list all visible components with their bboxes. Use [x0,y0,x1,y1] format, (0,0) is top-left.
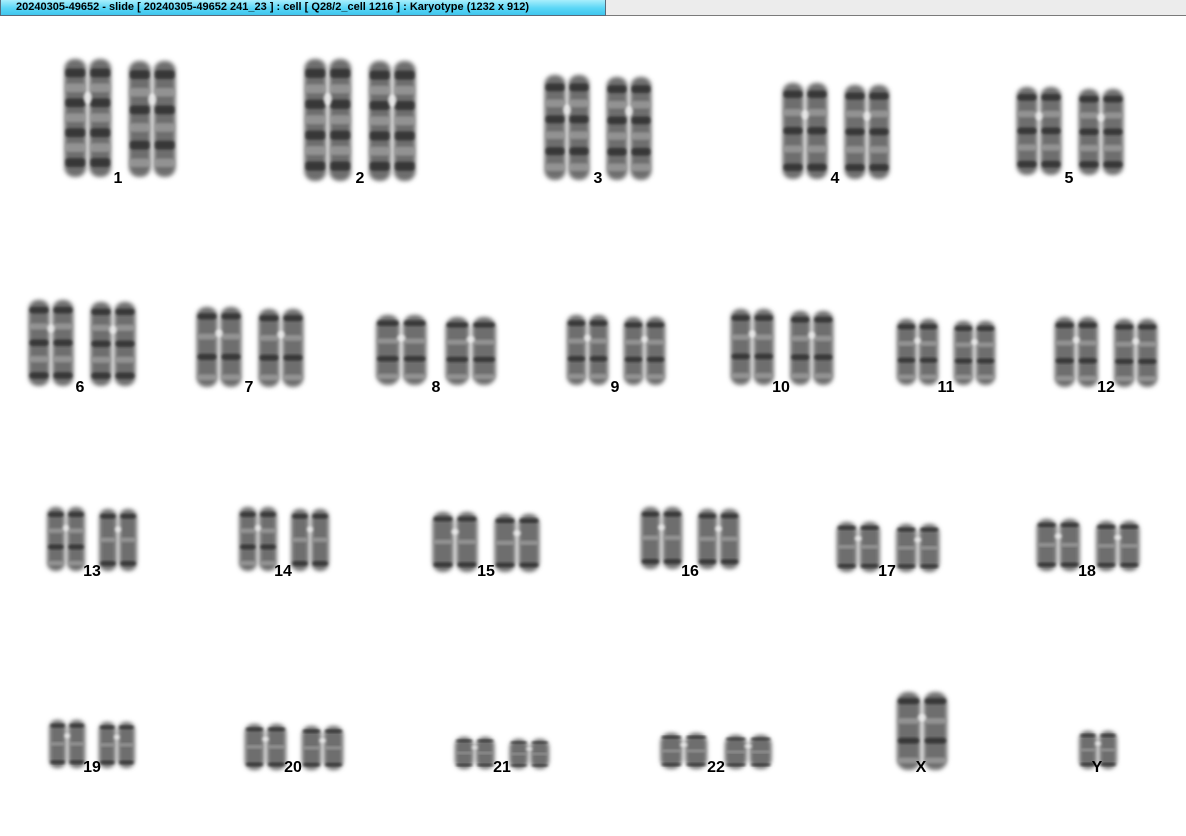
chromosome-7-b[interactable] [258,309,304,387]
chromosome-3-b[interactable] [606,77,652,180]
active-window-tab[interactable]: 20240305-49652 - slide [ 20240305-49652 … [0,0,606,16]
chromosome-pair-4[interactable] [782,83,890,179]
chromosome-label-5: 5 [1064,170,1074,187]
window-title: 20240305-49652 - slide [ 20240305-49652 … [16,1,530,13]
chromosome-label-3: 3 [593,170,603,187]
karyotype-canvas: 1 2 3 4 5 6 7 8 9 10 11 12 13 14 15 16 17 18 19 20 21 22 X Y [0,17,1186,836]
chromosome-2-b[interactable] [368,61,416,181]
chromosome-14-a[interactable] [239,507,277,571]
chromosome-label-2: 2 [355,170,365,187]
chromosome-label-1: 1 [113,170,123,187]
chromosome-label-19: 19 [83,759,101,776]
chromosome-label-14: 14 [274,563,292,580]
chromosome-6-a[interactable] [28,300,74,386]
chromosome-5-b[interactable] [1078,89,1124,175]
chromosome-label-17: 17 [878,563,896,580]
chromosome-22-a[interactable] [660,733,708,769]
chromosome-14-b[interactable] [291,509,329,571]
chromosome-label-8: 8 [431,379,441,396]
chromosome-label-y: Y [1091,759,1103,776]
chromosome-20-b[interactable] [301,726,344,770]
chromosome-pair-1[interactable] [64,59,176,177]
chromosome-19-a[interactable] [49,720,86,768]
chromosome-pair-13[interactable] [47,507,137,571]
chromosome-20-a[interactable] [244,724,287,770]
chromosome-label-12: 12 [1097,379,1115,396]
chromosome-15-b[interactable] [494,514,540,572]
chromosome-12-a[interactable] [1054,317,1098,387]
chromosome-pair-2[interactable] [304,59,416,181]
chromosome-13-a[interactable] [47,507,85,571]
chromosome-3-a[interactable] [544,75,590,180]
chromosome-label-4: 4 [830,170,840,187]
chromosome-10-a[interactable] [730,309,774,385]
karyotype-image [28,59,1158,770]
chromosome-21-a[interactable] [454,737,495,769]
chromosome-label-10: 10 [772,379,790,396]
chromosome-pair-11[interactable] [896,319,996,385]
chromosome-pair-6[interactable] [28,300,136,386]
chromosome-label-16: 16 [681,563,699,580]
chromosome-6-b[interactable] [90,302,136,386]
chromosome-17-a[interactable] [836,522,880,572]
chromosome-label-7: 7 [244,379,254,396]
chromosome-2-a[interactable] [304,59,352,181]
chromosome-8-b[interactable] [445,317,496,385]
chromosome-label-11: 11 [937,379,955,396]
chromosome-16-b[interactable] [697,509,740,569]
chromosome-11-b[interactable] [953,321,996,385]
chromosome-label-13: 13 [83,563,101,580]
chromosome-pair-8[interactable] [376,315,496,385]
chromosome-9-b[interactable] [623,317,666,385]
chromosome-label-20: 20 [284,759,302,776]
chromosome-8-a[interactable] [376,315,427,385]
chromosome-15-a[interactable] [432,512,478,572]
chromosome-pair-12[interactable] [1054,317,1158,387]
chromosome-pair-5[interactable] [1016,87,1124,175]
chromosome-pair-3[interactable] [544,75,652,180]
chromosome-pair-9[interactable] [566,315,666,385]
chromosome-13-b[interactable] [99,509,137,571]
chromosome-label-9: 9 [610,379,620,396]
chromosome-16-a[interactable] [640,507,683,569]
chromosome-4-a[interactable] [782,83,828,179]
chromosome-pair-16[interactable] [640,507,740,569]
window-titlebar: 20240305-49652 - slide [ 20240305-49652 … [0,0,1186,16]
chromosome-pair-10[interactable] [730,309,834,385]
chromosome-12-b[interactable] [1114,319,1158,387]
chromosome-21-b[interactable] [509,739,550,769]
chromosome-label-18: 18 [1078,563,1096,580]
chromosome-label-15: 15 [477,563,495,580]
chromosome-pair-14[interactable] [239,507,329,571]
chromosome-7-a[interactable] [196,307,242,387]
chromosome-1-a[interactable] [64,59,112,177]
chromosome-label-x: X [915,759,927,776]
chromosome-label-22: 22 [707,759,725,776]
chromosome-18-a[interactable] [1036,519,1080,571]
chromosome-label-6: 6 [75,379,85,396]
chromosome-5-a[interactable] [1016,87,1062,175]
chromosome-19-b[interactable] [98,722,135,768]
chromosome-label-21: 21 [493,759,511,776]
chromosome-9-a[interactable] [566,315,609,385]
chromosome-17-b[interactable] [896,524,940,572]
chromosome-22-b[interactable] [724,735,772,769]
chromosome-18-b[interactable] [1096,521,1140,571]
chromosome-1-b[interactable] [128,61,176,177]
chromosome-4-b[interactable] [844,85,890,179]
chromosome-pair-7[interactable] [196,307,304,387]
chromosome-10-b[interactable] [790,311,834,385]
chromosome-11-a[interactable] [896,319,939,385]
